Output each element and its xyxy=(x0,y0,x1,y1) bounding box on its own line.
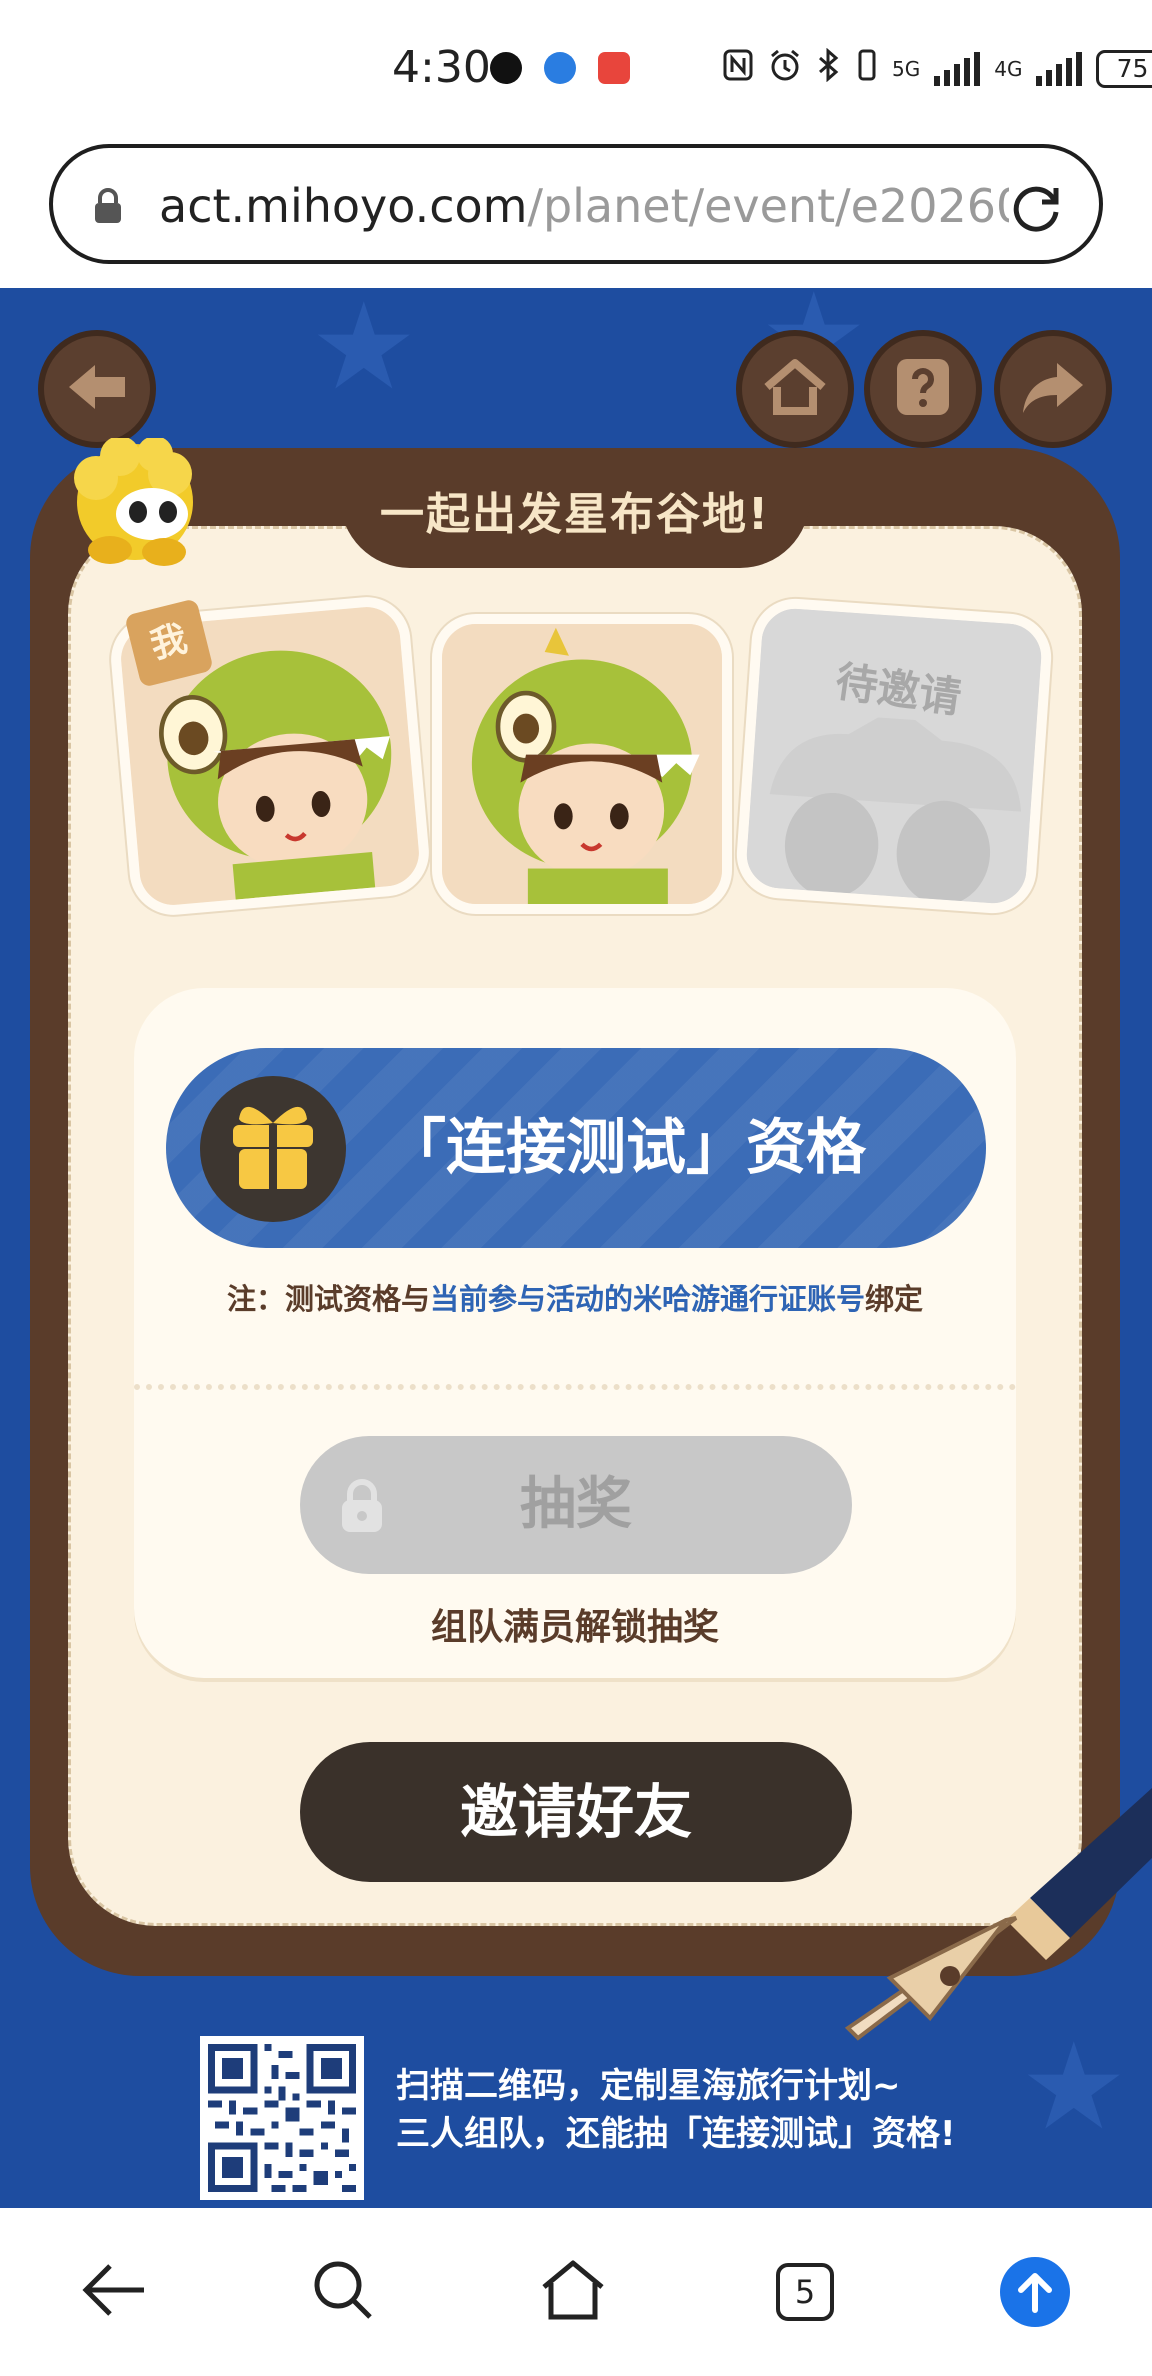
battery-indicator: 75 xyxy=(1096,49,1152,88)
status-time: 4:30 xyxy=(392,42,491,93)
signal-icon-1 xyxy=(934,51,981,86)
alarm-icon xyxy=(768,48,802,89)
nav-tabs-button[interactable]: 5 xyxy=(740,2208,870,2376)
browser-app-icon xyxy=(544,52,576,84)
home-icon xyxy=(540,2259,606,2325)
note-suffix: 绑定 xyxy=(865,1282,924,1316)
unlock-hint: 组队满员解锁抽奖 xyxy=(430,1607,719,1648)
help-button[interactable] xyxy=(864,330,982,448)
note-prefix: 注：测试资格与 xyxy=(226,1282,430,1316)
url-domain: act.mihoyo.com xyxy=(159,179,528,233)
tab-count: 5 xyxy=(776,2263,834,2321)
qualification-banner: 「连接测试」资格 xyxy=(166,1048,986,1248)
url-path: /planet/event/e20260 xyxy=(527,179,1009,233)
qq-icon xyxy=(490,52,522,84)
back-icon xyxy=(65,361,129,417)
avatar-slot-pending[interactable]: 待邀请 xyxy=(733,595,1055,917)
note-highlight: 当前参与活动的米哈游通行证账号 xyxy=(429,1282,865,1316)
event-page: ★ ★ ★ 一起出发星布谷地! xyxy=(0,288,1152,2208)
home-button[interactable] xyxy=(736,330,854,448)
card-title: 一起出发星布谷地! xyxy=(379,489,771,540)
promo-text: 扫描二维码，定制星海旅行计划~ 三人组队，还能抽「连接测试」资格! xyxy=(396,2062,956,2158)
vibrate-icon xyxy=(856,48,878,89)
mascot-image xyxy=(60,436,210,578)
avatar-slot-teammate xyxy=(432,614,732,914)
home-icon xyxy=(763,359,827,419)
back-button[interactable] xyxy=(38,330,156,448)
share-icon xyxy=(1021,359,1085,419)
binding-note: 注：测试资格与当前参与活动的米哈游通行证账号绑定 xyxy=(134,1276,1016,1318)
reload-icon[interactable] xyxy=(1007,179,1065,237)
promo-line-2: 三人组队，还能抽「连接测试」资格! xyxy=(396,2114,956,2154)
avatar xyxy=(442,624,722,904)
gift-icon xyxy=(225,1101,321,1197)
promo-line-1: 扫描二维码，定制星海旅行计划~ xyxy=(396,2066,901,2106)
status-bar: 4:30 5G 4G 75 xyxy=(0,0,1152,135)
gift-badge xyxy=(200,1076,346,1222)
network-label-1: 5G xyxy=(892,56,921,81)
bluetooth-icon xyxy=(816,47,842,89)
status-indicators: 5G 4G 75 xyxy=(722,47,1152,89)
qr-code xyxy=(200,2036,364,2200)
invite-friends-button[interactable]: 邀请好友 xyxy=(300,1742,852,1882)
nav-search-button[interactable] xyxy=(278,2208,408,2376)
draw-button-label: 抽奖 xyxy=(520,1472,632,1537)
draw-button[interactable]: 抽奖 xyxy=(300,1436,852,1574)
fountain-pen-illustration xyxy=(830,1748,1152,2048)
address-bar[interactable]: act.mihoyo.com/planet/event/e20260 xyxy=(49,144,1103,264)
signal-icon-2 xyxy=(1036,51,1083,86)
update-icon xyxy=(1000,2257,1070,2327)
back-arrow-icon xyxy=(82,2262,148,2322)
search-icon xyxy=(312,2259,374,2325)
qualification-label: 「连接测试」资格 xyxy=(386,1113,866,1183)
browser-bottom-bar: 5 xyxy=(0,2208,1152,2376)
url-text[interactable]: act.mihoyo.com/planet/event/e20260 xyxy=(159,176,1009,236)
share-button[interactable] xyxy=(994,330,1112,448)
nfc-icon xyxy=(722,48,754,89)
nav-back-button[interactable] xyxy=(50,2208,180,2376)
notification-icons xyxy=(490,52,630,84)
lock-icon xyxy=(93,188,123,224)
nav-update-button[interactable] xyxy=(970,2208,1100,2376)
background-star: ★ xyxy=(310,288,418,417)
red-app-icon xyxy=(598,52,630,84)
divider xyxy=(134,1384,1016,1390)
nav-home-button[interactable] xyxy=(508,2208,638,2376)
help-icon xyxy=(895,357,951,421)
network-label-2: 4G xyxy=(994,56,1023,81)
